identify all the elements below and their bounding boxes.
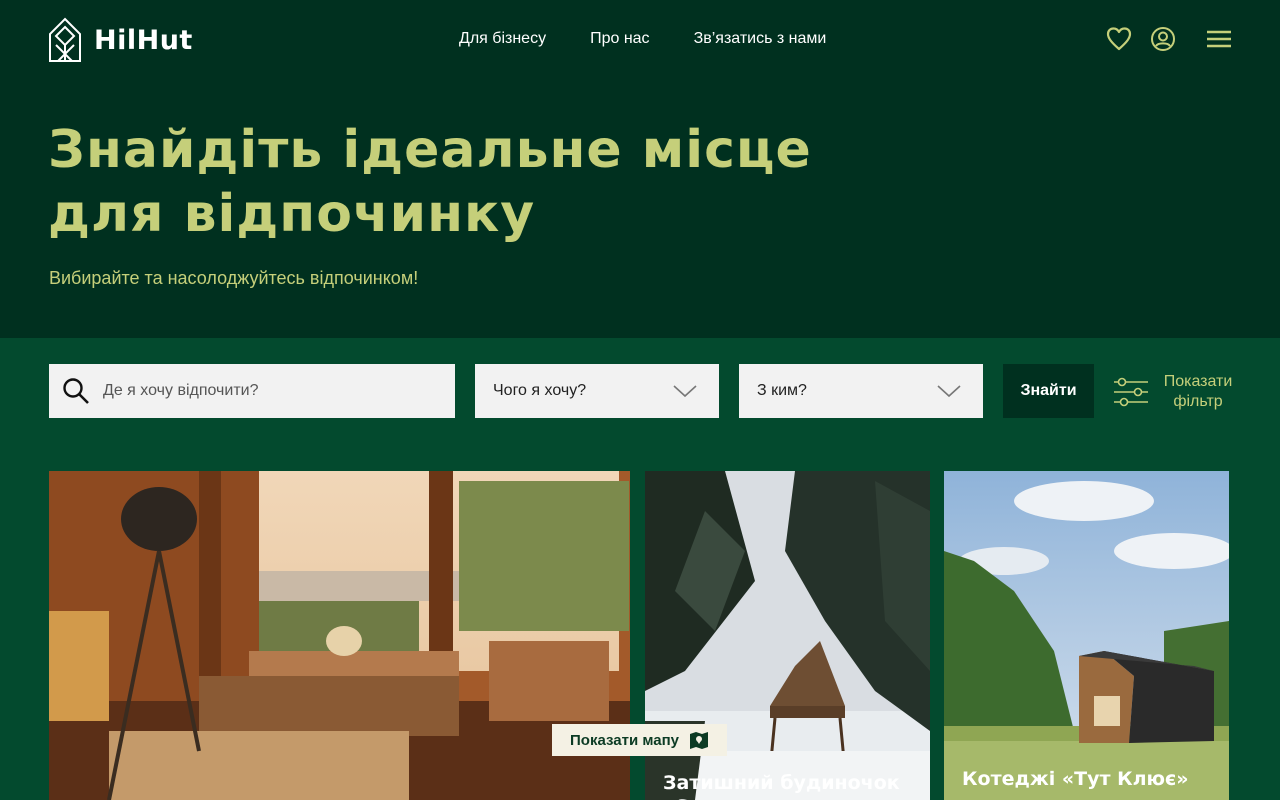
logo-mark-icon bbox=[49, 17, 81, 62]
hero-title-line2: для відпочинку bbox=[48, 184, 536, 244]
site-header: HilHut Для бізнесу Про нас Зв’язатись з … bbox=[0, 0, 1280, 80]
nav-link-business[interactable]: Для бізнесу bbox=[459, 30, 546, 48]
listing-photo bbox=[49, 471, 630, 800]
heart-icon[interactable] bbox=[1106, 26, 1132, 52]
logo[interactable]: HilHut bbox=[48, 17, 193, 63]
show-filter-label: Показати фільтр bbox=[1163, 373, 1233, 410]
nav-link-about[interactable]: Про нас bbox=[590, 30, 649, 48]
listing-card[interactable] bbox=[49, 471, 630, 800]
show-map-button[interactable]: Показати мапу bbox=[552, 724, 727, 756]
what-select[interactable]: Чого я хочу? bbox=[475, 364, 719, 418]
hero-subtitle: Вибирайте та насолоджуйтесь відпочинком! bbox=[49, 268, 419, 288]
chevron-down-icon bbox=[937, 385, 961, 398]
menu-icon[interactable] bbox=[1206, 26, 1232, 52]
listing-title: Затишний будиночок «S- bbox=[663, 772, 900, 800]
who-select-label: З ким? bbox=[757, 382, 807, 399]
chevron-down-icon bbox=[673, 385, 697, 398]
listing-photo bbox=[944, 471, 1229, 800]
who-select[interactable]: З ким? bbox=[739, 364, 983, 418]
what-select-label: Чого я хочу? bbox=[493, 382, 587, 399]
show-filter-button[interactable]: Показати фільтр bbox=[1112, 372, 1238, 412]
user-icon[interactable] bbox=[1150, 26, 1176, 52]
header-actions bbox=[1106, 26, 1232, 52]
search-icon bbox=[63, 378, 89, 404]
hero-title-line1: Знайдіть ідеальне місце bbox=[48, 120, 812, 180]
hero-title: Знайдіть ідеальне місце для відпочинку bbox=[48, 118, 948, 246]
nav-link-contact[interactable]: Зв’язатись з нами bbox=[694, 30, 827, 48]
find-button[interactable]: Знайти bbox=[1003, 364, 1094, 418]
listing-title: Котеджі «Тут Клює» bbox=[962, 768, 1189, 790]
show-map-label: Показати мапу bbox=[570, 731, 679, 749]
map-icon bbox=[689, 732, 708, 749]
where-input[interactable] bbox=[103, 382, 423, 400]
main-nav: Для бізнесу Про нас Зв’язатись з нами bbox=[459, 30, 826, 48]
listing-card[interactable]: Котеджі «Тут Клює» bbox=[944, 471, 1229, 800]
brand-name: HilHut bbox=[94, 24, 193, 56]
filter-sliders-icon bbox=[1114, 377, 1148, 407]
where-field[interactable] bbox=[49, 364, 455, 418]
